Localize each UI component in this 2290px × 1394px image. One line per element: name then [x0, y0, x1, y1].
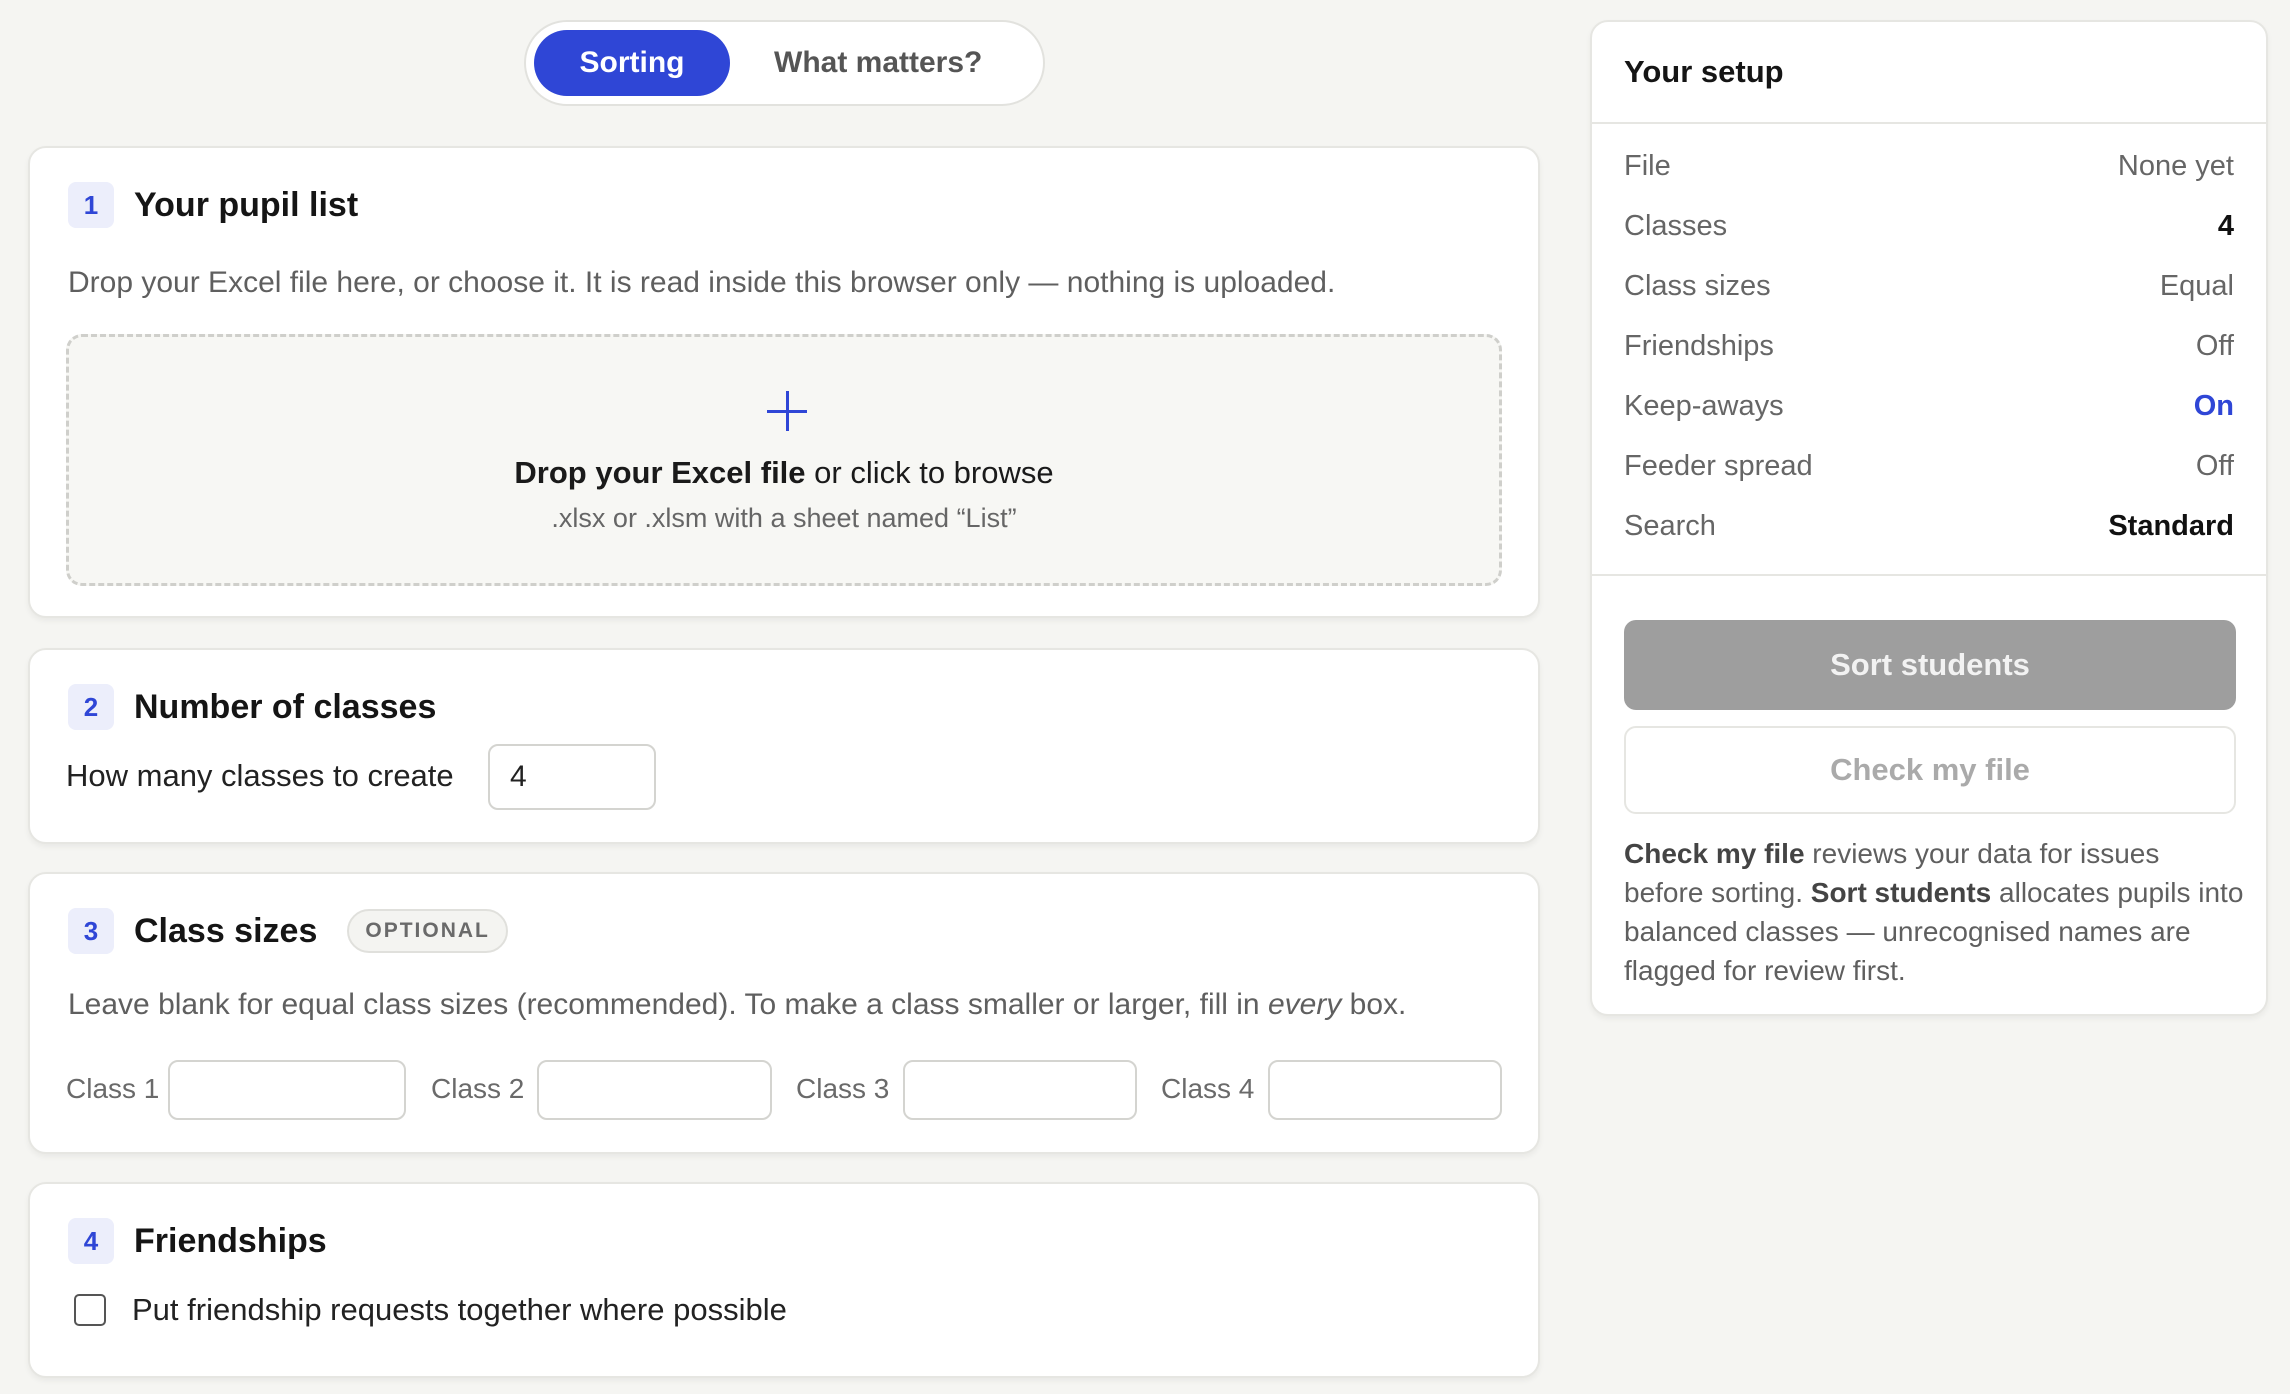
setup-row-friendships: Friendships Off — [1624, 330, 2234, 370]
setup-row-classes: Classes 4 — [1624, 210, 2234, 250]
plus-icon — [767, 391, 807, 431]
step-number-badge: 1 — [68, 182, 114, 228]
setup-row-feeder-spread: Feeder spread Off — [1624, 450, 2234, 490]
setup-key: Classes — [1624, 210, 1728, 242]
setup-key: File — [1624, 150, 1671, 182]
setup-panel: Your setup File None yet Classes 4 Class… — [1590, 20, 2268, 1016]
class-4-size-label: Class 4 — [1161, 1073, 1255, 1104]
sort-students-button[interactable]: Sort students — [1624, 620, 2236, 710]
setup-row-search: Search Standard — [1624, 510, 2234, 550]
number-of-classes-header: 2 Number of classes — [68, 684, 436, 730]
setup-row-keep-aways: Keep-aways On — [1624, 390, 2234, 430]
class-1-size-label: Class 1 — [66, 1073, 160, 1104]
divider — [1592, 122, 2266, 124]
setup-key: Search — [1624, 510, 1716, 542]
step-number-badge: 2 — [68, 684, 114, 730]
friendship-requests-checkbox[interactable] — [74, 1294, 106, 1326]
setup-value: Off — [2195, 450, 2234, 482]
number-of-classes-title: Number of classes — [134, 687, 437, 726]
class-4-size-input[interactable] — [1268, 1060, 1502, 1120]
setup-key: Feeder spread — [1624, 450, 1813, 482]
setup-row-class-sizes: Class sizes Equal — [1624, 270, 2234, 310]
number-of-classes-card: 2 Number of classes — [28, 648, 1540, 844]
tab-what-matters[interactable]: What matters? — [730, 30, 1026, 96]
help-sort-term: Sort students — [1810, 877, 1992, 908]
class-3-size-input[interactable] — [903, 1060, 1137, 1120]
class-count-label: How many classes to create — [66, 758, 454, 793]
class-2-size-input[interactable] — [537, 1060, 772, 1120]
setup-value: On — [2193, 390, 2234, 422]
friendships-card: 4 Friendships — [28, 1182, 1540, 1378]
class-count-input[interactable] — [488, 744, 656, 810]
pupil-list-card: 1 Your pupil list Drop your Excel file h… — [28, 146, 1540, 618]
optional-badge: OPTIONAL — [347, 909, 508, 953]
class-2-size-label: Class 2 — [431, 1073, 525, 1104]
step-number-badge: 4 — [68, 1218, 114, 1264]
check-my-file-button[interactable]: Check my file — [1624, 726, 2236, 814]
class-sizes-header: 3 Class sizes OPTIONAL — [68, 908, 508, 954]
file-dropzone[interactable]: Drop your Excel file or click to browse … — [66, 334, 1502, 586]
dropzone-prompt: Drop your Excel file or click to browse — [69, 455, 1499, 491]
setup-value: Standard — [2108, 510, 2234, 542]
setup-key: Class sizes — [1624, 270, 1771, 302]
pupil-list-title: Your pupil list — [134, 185, 359, 224]
class-3-size-label: Class 3 — [796, 1073, 890, 1104]
class-sizes-description-end: box. — [1341, 988, 1407, 1021]
friendships-title: Friendships — [134, 1221, 327, 1260]
dropzone-prompt-rest: or click to browse — [805, 455, 1054, 490]
tab-sorting[interactable]: Sorting — [534, 30, 730, 96]
class-sizes-description-start: Leave blank for equal class sizes (recom… — [68, 988, 1268, 1021]
setup-help-text: Check my file reviews your data for issu… — [1624, 834, 2244, 990]
setup-panel-title: Your setup — [1624, 54, 1784, 89]
friendships-header: 4 Friendships — [68, 1218, 327, 1264]
setup-key: Friendships — [1624, 330, 1774, 362]
class-1-size-input[interactable] — [168, 1060, 406, 1120]
pupil-list-header: 1 Your pupil list — [68, 182, 358, 228]
setup-value: 4 — [2217, 210, 2234, 242]
pupil-list-description: Drop your Excel file here, or choose it.… — [68, 266, 1336, 299]
class-sizes-description: Leave blank for equal class sizes (recom… — [68, 988, 1406, 1022]
dropzone-hint: .xlsx or .xlsm with a sheet named “List” — [551, 503, 1017, 533]
setup-value: Equal — [2159, 270, 2234, 302]
friendship-requests-label[interactable]: Put friendship requests together where p… — [132, 1292, 787, 1328]
help-check-term: Check my file — [1624, 838, 1805, 869]
mode-tabs: Sorting What matters? — [524, 20, 1045, 106]
class-sizes-description-emphasis: every — [1267, 988, 1342, 1021]
setup-key: Keep-aways — [1624, 390, 1784, 422]
dropzone-prompt-bold: Drop your Excel file — [514, 455, 806, 490]
divider — [1592, 574, 2266, 576]
step-number-badge: 3 — [68, 908, 114, 954]
setup-row-file: File None yet — [1624, 150, 2234, 190]
app-page: Sorting What matters? 1 Your pupil list … — [0, 0, 2290, 1394]
setup-value: Off — [2195, 330, 2234, 362]
class-sizes-title: Class sizes — [134, 911, 318, 950]
setup-value: None yet — [2117, 150, 2234, 182]
